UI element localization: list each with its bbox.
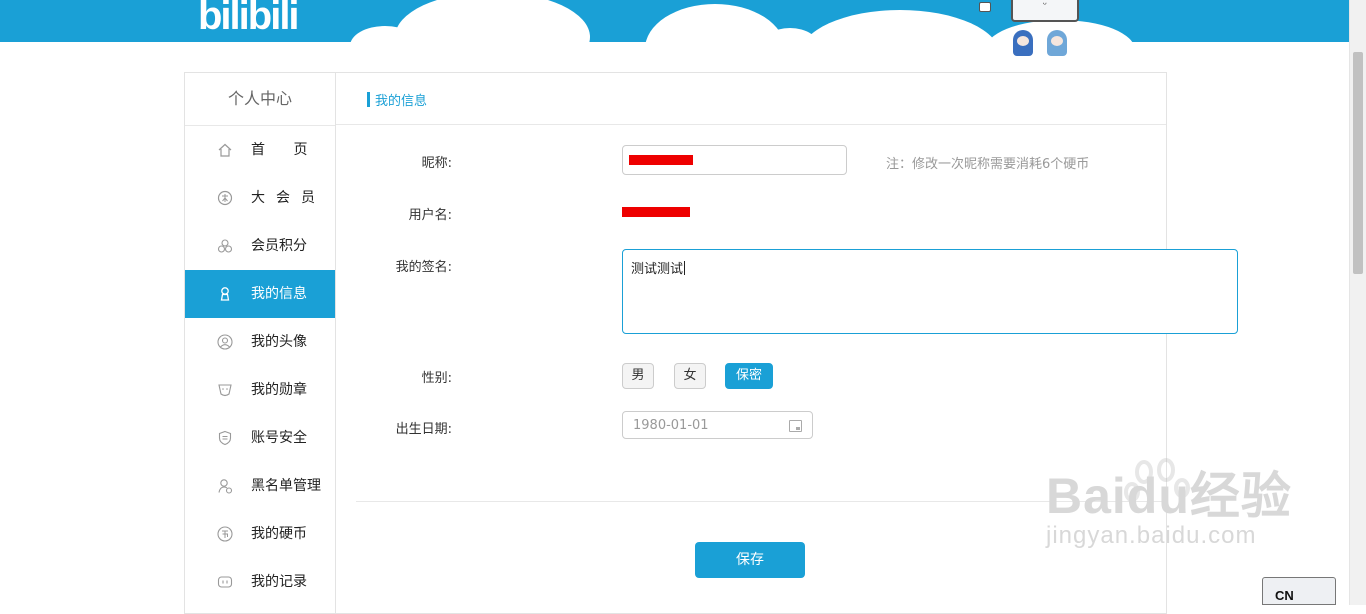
user-center-panel: 个人中心 首 页 大会员 会员积分 我的信息 我的头像 我的勋章 账号安全 黑名… — [184, 72, 1238, 614]
baidu-watermark: Baidu经验 jingyan.baidu.com — [1046, 456, 1292, 550]
page-scrollbar[interactable] — [1349, 0, 1366, 605]
nickname-input[interactable] — [622, 145, 847, 175]
shield-icon — [218, 430, 232, 446]
cloud-decoration — [395, 0, 590, 42]
gender-secret-button[interactable]: 保密 — [725, 363, 773, 389]
points-icon — [217, 239, 233, 253]
page-title: 我的信息 — [375, 94, 428, 109]
watermark-sub: jingyan.baidu.com — [1046, 522, 1257, 549]
sidebar-item-label: 账号安全 — [251, 430, 307, 446]
text-cursor — [684, 261, 686, 275]
avatar-icon — [217, 334, 233, 350]
username-label: 用户名: — [408, 208, 452, 223]
signature-label: 我的签名: — [395, 260, 452, 275]
top-banner: bilibili — [0, 0, 1350, 42]
home-icon — [218, 143, 232, 157]
sidebar-item-records[interactable]: 我的记录 — [185, 558, 335, 606]
blacklist-icon — [218, 479, 233, 494]
sidebar-item-home[interactable]: 首 页 — [185, 126, 335, 174]
sidebar-item-points[interactable]: 会员积分 — [185, 222, 335, 270]
scrollbar-thumb[interactable] — [1353, 52, 1363, 274]
mascot-girl-22 — [1013, 30, 1033, 56]
sidebar-item-vip[interactable]: 大会员 — [185, 174, 335, 222]
sidebar-item-label: 黑名单管理 — [251, 478, 321, 494]
birthday-value: 1980-01-01 — [633, 418, 709, 433]
save-button[interactable]: 保存 — [695, 542, 805, 578]
record-icon — [217, 576, 233, 588]
birthday-label: 出生日期: — [395, 422, 452, 437]
calendar-icon[interactable] — [789, 420, 802, 432]
user-icon — [220, 287, 230, 301]
mascot-face: ᵕ — [1042, 0, 1048, 11]
tv-mascot: ᵕ — [1011, 0, 1079, 22]
signature-textarea[interactable]: 测试测试 — [622, 249, 1238, 334]
sidebar-item-label: 大会员 — [251, 190, 326, 206]
sidebar-item-security[interactable]: 账号安全 — [185, 414, 335, 462]
sidebar-item-my-info[interactable]: 我的信息 — [185, 270, 335, 318]
nickname-note: 注：修改一次昵称需要消耗6个硬币 — [886, 157, 1090, 172]
sidebar-item-label: 我的头像 — [251, 334, 307, 350]
content-header: 我的信息 — [336, 73, 1166, 125]
sidebar-item-blacklist[interactable]: 黑名单管理 — [185, 462, 335, 510]
sidebar-item-label: 我的勋章 — [251, 382, 307, 398]
sidebar-item-label: 首 页 — [251, 142, 320, 158]
sidebar-item-label: 会员积分 — [251, 238, 307, 254]
sidebar-item-label: 我的信息 — [251, 286, 307, 302]
sidebar-item-coins[interactable]: 我的硬币 — [185, 510, 335, 558]
birthday-input[interactable]: 1980-01-01 — [622, 411, 813, 439]
sidebar-item-label: 我的硬币 — [251, 526, 307, 542]
medal-icon — [218, 384, 232, 397]
vip-icon — [217, 190, 233, 206]
form-divider — [356, 501, 1166, 502]
coin-icon — [217, 526, 233, 542]
ime-indicator[interactable]: CN — [1262, 577, 1336, 605]
title-accent-bar — [367, 92, 370, 107]
gender-female-button[interactable]: 女 — [674, 363, 706, 389]
gender-male-button[interactable]: 男 — [622, 363, 654, 389]
signature-text: 测试测试 — [631, 262, 684, 277]
gender-label: 性别: — [421, 371, 452, 386]
watermark-main: Baidu经验 — [1046, 468, 1292, 524]
mascot-illustration: ᵕ — [975, 0, 1115, 64]
tv-icon — [979, 2, 991, 12]
sidebar: 个人中心 首 页 大会员 会员积分 我的信息 我的头像 我的勋章 账号安全 黑名… — [185, 73, 336, 613]
sidebar-item-label: 我的记录 — [251, 574, 307, 590]
bilibili-logo[interactable]: bilibili — [198, 0, 300, 39]
sidebar-item-avatar[interactable]: 我的头像 — [185, 318, 335, 366]
mascot-girl-33 — [1047, 30, 1067, 56]
main-content: 我的信息 昵称: 注：修改一次昵称需要消耗6个硬币 用户名: 我的签名: 测试测… — [336, 73, 1238, 613]
cloud-decoration — [800, 10, 1000, 42]
redacted-username — [622, 207, 690, 217]
nickname-label: 昵称: — [421, 156, 452, 171]
sidebar-item-medal[interactable]: 我的勋章 — [185, 366, 335, 414]
sidebar-title: 个人中心 — [185, 73, 335, 126]
redacted-nickname — [629, 155, 693, 165]
